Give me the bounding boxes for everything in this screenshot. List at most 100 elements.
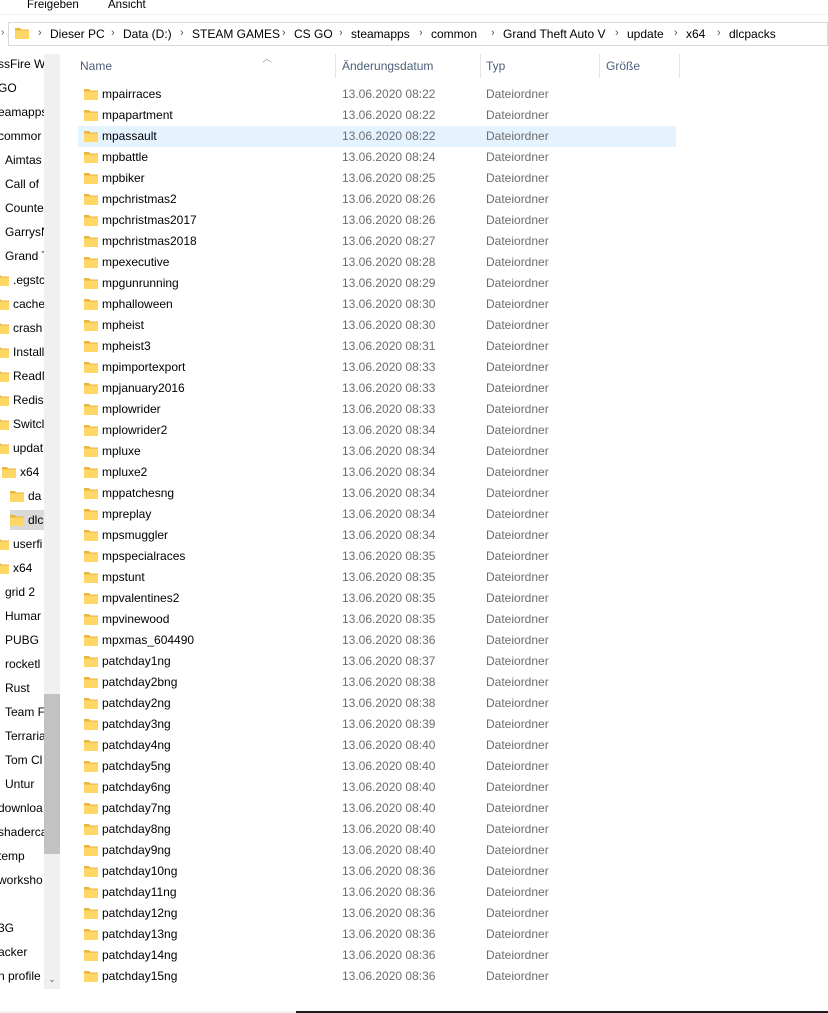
column-date[interactable]: Änderungsdatum: [342, 59, 433, 73]
file-name[interactable]: patchday3ng: [102, 717, 171, 731]
file-row[interactable]: mpchristmas2018 13.06.2020 08:27 Dateiordn…: [78, 231, 676, 252]
file-name[interactable]: patchday8ng: [102, 822, 171, 836]
file-name[interactable]: mpvinewood: [102, 612, 169, 626]
nav-item[interactable]: eamapps: [0, 102, 47, 122]
breadcrumb-separator-icon[interactable]: ›: [339, 27, 343, 39]
file-row[interactable]: mpspecialraces 13.06.2020 08:35 Dateiordne…: [78, 546, 676, 567]
nav-item[interactable]: Tom Cl: [5, 750, 42, 770]
file-name[interactable]: patchday7ng: [102, 801, 171, 815]
breadcrumb-separator-icon[interactable]: ›: [419, 27, 423, 39]
chevron-right-icon[interactable]: ›: [1, 27, 9, 41]
breadcrumb-item[interactable]: steamapps: [351, 27, 410, 41]
file-name[interactable]: mpassault: [102, 129, 157, 143]
file-row[interactable]: mpheist3 13.06.2020 08:31 Dateiordner: [78, 336, 676, 357]
file-name[interactable]: mpluxe: [102, 444, 141, 458]
breadcrumb-item[interactable]: dlcpacks: [729, 27, 776, 41]
file-row[interactable]: patchday2ng 13.06.2020 08:38 Dateiordner: [78, 693, 676, 714]
nav-item[interactable]: n profile: [0, 966, 41, 986]
nav-item[interactable]: Switcl: [0, 414, 44, 434]
file-name[interactable]: mpchristmas2018: [102, 234, 197, 248]
file-row[interactable]: patchday9ng 13.06.2020 08:40 Dateiordner: [78, 840, 676, 861]
nav-item[interactable]: userfi: [0, 534, 42, 554]
file-row[interactable]: patchday7ng 13.06.2020 08:40 Dateiordner: [78, 798, 676, 819]
file-row[interactable]: mpvinewood 13.06.2020 08:35 Dateiordner: [78, 609, 676, 630]
file-row[interactable]: mpbattle 13.06.2020 08:24 Dateiordner: [78, 147, 676, 168]
nav-item[interactable]: Team F: [5, 702, 45, 722]
file-row[interactable]: mpexecutive 13.06.2020 08:28 Dateiordner: [78, 252, 676, 273]
column-divider[interactable]: [335, 54, 336, 78]
breadcrumb-separator-icon[interactable]: ›: [491, 27, 495, 39]
file-name[interactable]: mpapartment: [102, 108, 173, 122]
column-divider[interactable]: [599, 54, 600, 78]
nav-item[interactable]: Redist: [0, 390, 47, 410]
column-size[interactable]: Größe: [606, 59, 640, 73]
nav-item[interactable]: Untur: [5, 774, 34, 794]
file-row[interactable]: patchday6ng 13.06.2020 08:40 Dateiordner: [78, 777, 676, 798]
file-name[interactable]: mpexecutive: [102, 255, 169, 269]
nav-item[interactable]: rocketl: [5, 654, 40, 674]
nav-item[interactable]: shaderca: [0, 822, 47, 842]
file-name[interactable]: mpvalentines2: [102, 591, 179, 605]
file-name[interactable]: mpchristmas2017: [102, 213, 197, 227]
nav-item[interactable]: acker: [0, 942, 27, 962]
breadcrumb-separator-icon[interactable]: ›: [615, 27, 619, 39]
column-divider[interactable]: [679, 54, 680, 78]
file-row[interactable]: mplowrider2 13.06.2020 08:34 Dateiordner: [78, 420, 676, 441]
file-row[interactable]: mpgunrunning 13.06.2020 08:29 Dateiordner: [78, 273, 676, 294]
file-name[interactable]: mphalloween: [102, 297, 173, 311]
file-name[interactable]: mpheist: [102, 318, 144, 332]
file-name[interactable]: mpspecialraces: [102, 549, 185, 563]
file-row[interactable]: mpsmuggler 13.06.2020 08:34 Dateiordner: [78, 525, 676, 546]
file-name[interactable]: patchday14ng: [102, 948, 177, 962]
file-row[interactable]: mpassault 13.06.2020 08:22 Dateiordner: [78, 126, 676, 147]
file-row[interactable]: mpreplay 13.06.2020 08:34 Dateiordner: [78, 504, 676, 525]
file-row[interactable]: patchday5ng 13.06.2020 08:40 Dateiordner: [78, 756, 676, 777]
breadcrumb-separator-icon[interactable]: ›: [180, 27, 184, 39]
file-row[interactable]: patchday11ng 13.06.2020 08:36 Dateiordner: [78, 882, 676, 903]
file-name[interactable]: patchday6ng: [102, 780, 171, 794]
file-name[interactable]: mpluxe2: [102, 465, 147, 479]
file-name[interactable]: patchday15ng: [102, 969, 177, 983]
file-row[interactable]: mpchristmas2017 13.06.2020 08:26 Dateiordn…: [78, 210, 676, 231]
breadcrumb-item[interactable]: x64: [686, 27, 705, 41]
file-name[interactable]: patchday11ng: [102, 885, 177, 899]
breadcrumb-separator-icon[interactable]: ›: [282, 27, 286, 39]
file-name[interactable]: patchday2ng: [102, 696, 171, 710]
file-row[interactable]: mpluxe 13.06.2020 08:34 Dateiordner: [78, 441, 676, 462]
file-name[interactable]: mpreplay: [102, 507, 151, 521]
file-row[interactable]: patchday8ng 13.06.2020 08:40 Dateiordner: [78, 819, 676, 840]
nav-item[interactable]: Install: [0, 342, 44, 362]
file-name[interactable]: mpsmuggler: [102, 528, 168, 542]
nav-item[interactable]: Grand T: [5, 246, 49, 266]
file-row[interactable]: patchday3ng 13.06.2020 08:39 Dateiordner: [78, 714, 676, 735]
file-row[interactable]: mpluxe2 13.06.2020 08:34 Dateiordner: [78, 462, 676, 483]
file-name[interactable]: patchday12ng: [102, 906, 177, 920]
file-row[interactable]: patchday2bng 13.06.2020 08:38 Dateiordner: [78, 672, 676, 693]
file-name[interactable]: mpxmas_604490: [102, 633, 194, 647]
file-row[interactable]: patchday10ng 13.06.2020 08:36 Dateiordner: [78, 861, 676, 882]
nav-scroll-thumb[interactable]: [44, 694, 60, 854]
nav-item[interactable]: Aimtas: [5, 150, 42, 170]
breadcrumb-item[interactable]: Dieser PC: [50, 27, 105, 41]
file-name[interactable]: patchday4ng: [102, 738, 171, 752]
scroll-up-icon[interactable]: [44, 54, 60, 68]
address-bar[interactable]: › › Dieser PC › Data (D:) › STEAM GAMES › CS GO…: [1, 22, 828, 46]
chevron-down-icon[interactable]: ⌄: [44, 974, 60, 988]
file-name[interactable]: mpimportexport: [102, 360, 185, 374]
file-row[interactable]: patchday14ng 13.06.2020 08:36 Dateiordner: [78, 945, 676, 966]
file-name[interactable]: mppatchesng: [102, 486, 174, 500]
tab-ansicht[interactable]: Ansicht: [108, 0, 146, 11]
file-name[interactable]: patchday9ng: [102, 843, 171, 857]
nav-item[interactable]: Terraria: [5, 726, 46, 746]
file-row[interactable]: mpapartment 13.06.2020 08:22 Dateiordner: [78, 105, 676, 126]
breadcrumb-separator-icon[interactable]: ›: [717, 27, 721, 39]
file-name[interactable]: patchday2bng: [102, 675, 177, 689]
file-row[interactable]: patchday15ng 13.06.2020 08:36 Dateiordner: [78, 966, 676, 987]
nav-item[interactable]: updat: [0, 438, 43, 458]
file-row[interactable]: mpvalentines2 13.06.2020 08:35 Dateiordner: [78, 588, 676, 609]
nav-item[interactable]: Rust: [5, 678, 30, 698]
nav-item[interactable]: worksho: [0, 870, 43, 890]
file-row[interactable]: mpxmas_604490 13.06.2020 08:36 Dateiordner: [78, 630, 676, 651]
nav-item[interactable]: .egstc: [0, 270, 45, 290]
nav-item[interactable]: da: [10, 486, 41, 506]
